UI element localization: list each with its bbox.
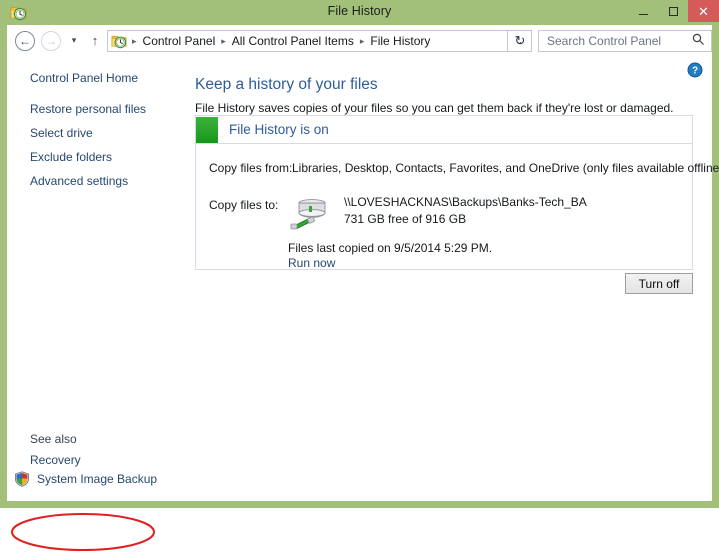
status-indicator-swatch bbox=[196, 116, 218, 143]
last-copied-text: Files last copied on 9/5/2014 5:29 PM. bbox=[288, 241, 493, 255]
maximize-button[interactable] bbox=[658, 0, 688, 22]
main-content: Keep a history of your files File Histor… bbox=[189, 57, 719, 501]
search-input[interactable] bbox=[545, 33, 689, 49]
status-panel: File History is on Copy files from: Libr… bbox=[195, 115, 719, 270]
breadcrumb-separator: ▸ bbox=[221, 35, 226, 46]
sidebar: Control Panel Home Restore personal file… bbox=[7, 57, 189, 501]
chevron-down-icon: ▾ bbox=[71, 35, 77, 45]
see-also-item-system-image-backup[interactable]: System Image Backup bbox=[14, 471, 157, 487]
back-button[interactable]: ← bbox=[15, 31, 35, 51]
page-description: File History saves copies of your files … bbox=[195, 101, 674, 115]
sidebar-item-restore-personal-files[interactable]: Restore personal files bbox=[30, 102, 146, 116]
close-button[interactable]: ✕ bbox=[688, 0, 719, 22]
file-history-window: File History ✕ ← → ▾ ↑ ▸ Control Panel ▸… bbox=[0, 0, 719, 551]
drive-path: \\LOVESHACKNAS\Backups\Banks-Tech_BA bbox=[344, 195, 587, 209]
forward-icon: → bbox=[45, 34, 57, 48]
address-toolbar: ← → ▾ ↑ ▸ Control Panel ▸ All Control Pa… bbox=[7, 25, 712, 57]
close-icon: ✕ bbox=[698, 3, 709, 19]
page-title: Keep a history of your files bbox=[195, 76, 378, 93]
breadcrumb-separator: ▸ bbox=[359, 35, 365, 46]
sidebar-item-exclude-folders[interactable]: Exclude folders bbox=[30, 150, 112, 164]
turn-off-button[interactable]: Turn off bbox=[625, 273, 693, 294]
minimize-button[interactable] bbox=[628, 0, 658, 22]
maximize-icon bbox=[668, 6, 678, 16]
address-bar[interactable]: ▸ Control Panel ▸ All Control Panel Item… bbox=[107, 30, 532, 52]
status-title: File History is on bbox=[229, 122, 329, 137]
status-header: File History is on bbox=[196, 116, 692, 144]
copy-from-label: Copy files from: bbox=[209, 161, 293, 175]
title-bar: File History ✕ bbox=[0, 0, 719, 25]
see-also-label: See also bbox=[30, 432, 77, 446]
drive-free-space: 731 GB free of 916 GB bbox=[344, 212, 467, 226]
back-icon: ← bbox=[19, 34, 31, 48]
refresh-button[interactable]: ↻ bbox=[507, 30, 532, 52]
network-drive-icon bbox=[290, 199, 326, 230]
arrow-up-icon: ↑ bbox=[91, 33, 99, 48]
search-icon[interactable] bbox=[692, 33, 705, 49]
run-now-link[interactable]: Run now bbox=[288, 256, 335, 270]
breadcrumb-file-history[interactable]: File History bbox=[369, 34, 431, 48]
search-box[interactable] bbox=[538, 30, 712, 52]
refresh-icon: ↻ bbox=[514, 33, 526, 48]
copy-to-label: Copy files to: bbox=[209, 198, 279, 212]
client-area: ? Control Panel Home Restore personal fi… bbox=[7, 57, 719, 551]
breadcrumb-all-control-panel-items[interactable]: All Control Panel Items bbox=[231, 34, 355, 48]
sidebar-item-select-drive[interactable]: Select drive bbox=[30, 126, 93, 140]
copy-from-value: Libraries, Desktop, Contacts, Favorites,… bbox=[292, 161, 719, 175]
uac-shield-icon bbox=[15, 471, 29, 487]
see-also-item-recovery[interactable]: Recovery bbox=[30, 453, 81, 467]
see-also-item-system-image-backup-label[interactable]: System Image Backup bbox=[37, 472, 157, 486]
breadcrumb-control-panel[interactable]: Control Panel bbox=[142, 34, 217, 48]
sidebar-item-control-panel-home[interactable]: Control Panel Home bbox=[30, 71, 138, 85]
status-body: Copy files from: Libraries, Desktop, Con… bbox=[196, 144, 719, 270]
file-history-folder-clock-icon bbox=[111, 35, 127, 49]
breadcrumb-separator: ▸ bbox=[132, 35, 137, 46]
up-button[interactable]: ↑ bbox=[87, 33, 103, 48]
minimize-icon bbox=[638, 13, 648, 15]
window-title: File History bbox=[327, 4, 392, 18]
red-ellipse-annotation bbox=[11, 513, 155, 551]
recent-locations-button[interactable]: ▾ bbox=[67, 35, 81, 46]
forward-button[interactable]: → bbox=[41, 31, 61, 51]
sidebar-item-advanced-settings[interactable]: Advanced settings bbox=[30, 174, 128, 188]
